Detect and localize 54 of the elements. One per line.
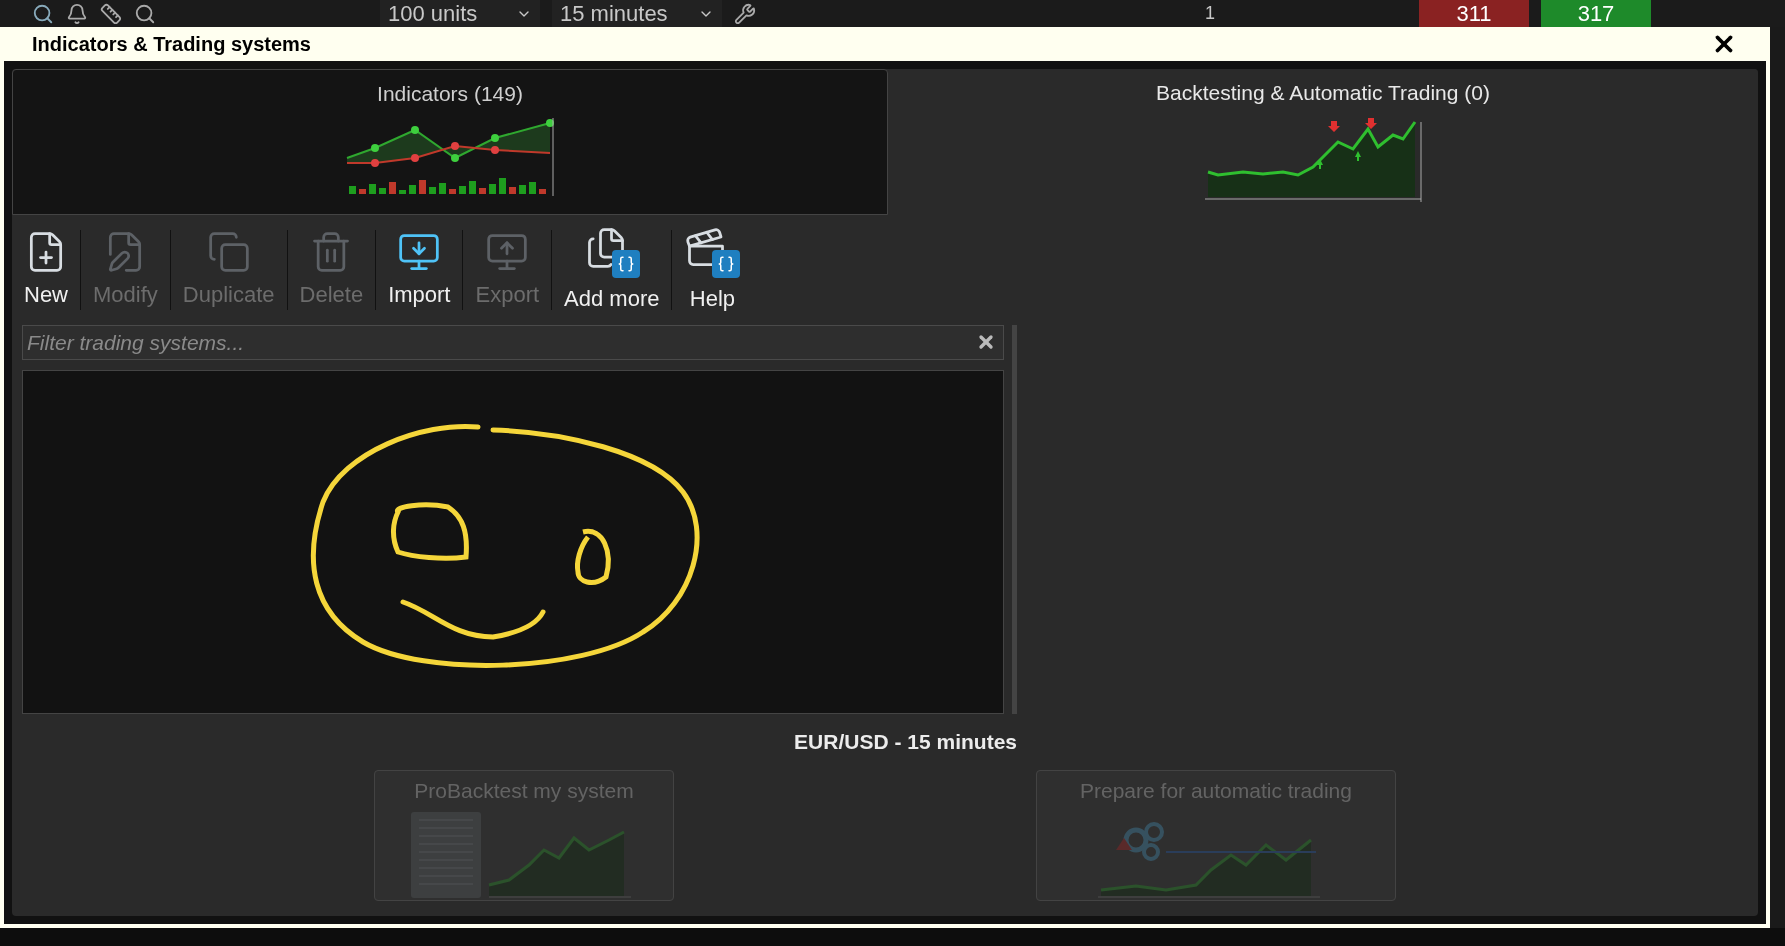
- toolbar-button[interactable]: Add more: [552, 225, 672, 315]
- volume-bar: [359, 188, 366, 194]
- count-text: 1: [1205, 2, 1215, 25]
- sell-arrow: [1365, 117, 1377, 129]
- dialog-title: Indicators & Trading systems: [32, 32, 311, 57]
- toolbar-button[interactable]: Help: [672, 225, 753, 315]
- volume-bar: [429, 186, 436, 194]
- volume-bar: [479, 187, 486, 194]
- timeframe-dropdown[interactable]: 15 minutes: [552, 0, 722, 27]
- instrument-label: EUR/USD - 15 minutes: [794, 729, 1017, 755]
- volume-bar: [369, 183, 376, 194]
- clear-icon[interactable]: [976, 332, 996, 352]
- bell-icon[interactable]: [66, 2, 88, 25]
- buy-arrow: [1355, 150, 1361, 161]
- volume-bar: [539, 188, 546, 194]
- marker-dot: [411, 153, 419, 162]
- quantity-dropdown[interactable]: 100 units: [380, 0, 540, 27]
- volume-bar: [469, 180, 476, 194]
- splitter-handle[interactable]: [1012, 325, 1017, 714]
- marker-dot: [411, 125, 419, 134]
- sell-arrow: [1328, 120, 1340, 132]
- volume-bar: [439, 182, 446, 194]
- marker-dot: [371, 158, 379, 167]
- marker-dot: [546, 118, 554, 127]
- buy-arrow: [1317, 158, 1323, 169]
- marker-dot: [371, 143, 379, 152]
- volume-bar: [389, 181, 396, 194]
- tab[interactable]: Indicators (149): [12, 69, 888, 215]
- ask-price[interactable]: 317: [1541, 0, 1651, 27]
- toolbar-button[interactable]: Import: [376, 229, 463, 311]
- volume-bar: [349, 185, 356, 194]
- volume-bar: [489, 183, 496, 194]
- volume-bar: [459, 185, 466, 194]
- marker-dot: [491, 145, 499, 154]
- filter-field[interactable]: Filter trading systems...: [22, 325, 1004, 360]
- search-icon[interactable]: [134, 2, 156, 25]
- volume-bar: [509, 186, 516, 194]
- volume-bar: [419, 179, 426, 194]
- bid-price[interactable]: 311: [1419, 0, 1529, 27]
- volume-bar: [379, 187, 386, 194]
- marker-dot: [451, 153, 459, 162]
- volume-bar: [399, 189, 406, 194]
- toolbar-button[interactable]: New: [12, 229, 80, 311]
- video-braces-icon: [684, 225, 741, 278]
- marker-dot: [491, 133, 499, 142]
- volume-bar: [519, 184, 526, 194]
- ruler-icon[interactable]: [100, 2, 122, 25]
- volume-bar: [529, 181, 536, 194]
- volume-bar: [409, 184, 416, 194]
- marker-dot: [451, 141, 459, 150]
- volume-bar: [499, 177, 506, 194]
- volume-bar: [449, 188, 456, 194]
- wrench-icon[interactable]: [734, 2, 756, 25]
- copy-icon: [206, 229, 251, 274]
